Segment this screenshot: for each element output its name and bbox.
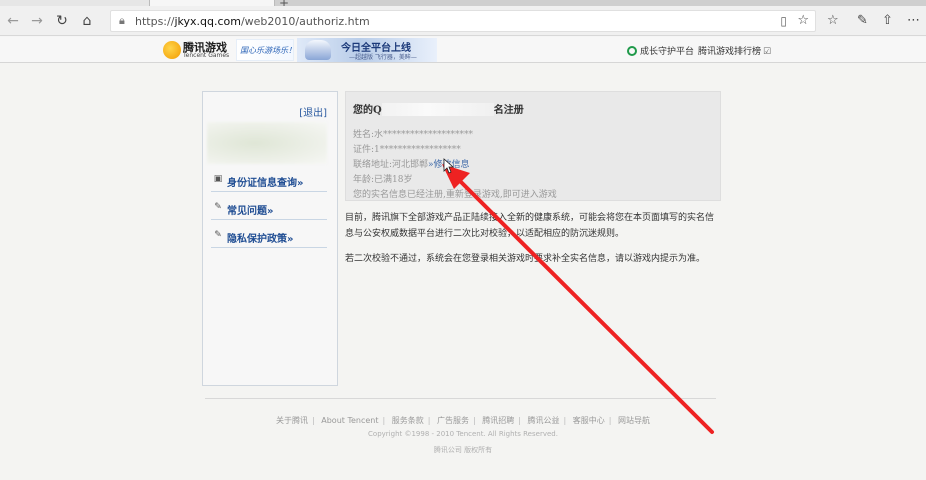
home-icon[interactable]: ⌂ <box>78 12 96 30</box>
footer-link[interactable]: 关于腾讯 <box>276 416 308 425</box>
main-content: 您的Q 名注册 姓名:水******************** 证件:1****… <box>345 91 721 386</box>
footer-link[interactable]: 腾讯招聘 <box>482 416 514 425</box>
name-line: 姓名:水******************** <box>353 130 474 140</box>
reading-view-icon[interactable]: ▯ <box>780 14 787 28</box>
share-icon[interactable]: ⇧ <box>882 13 893 28</box>
address-bar[interactable]: 🔒︎ https://jkyx.qq.com/web2010/authoriz.… <box>110 10 816 32</box>
blurred-avatar <box>207 122 327 164</box>
id-card-icon: ▣ <box>213 174 223 184</box>
forward-arrow-icon[interactable]: → <box>28 12 46 30</box>
footer-link[interactable]: 服务条款 <box>392 416 424 425</box>
pen-icon[interactable]: ✎ <box>857 13 868 28</box>
guard-platform-label: 成长守护平台 <box>640 47 695 57</box>
slogan-text: 国心乐游场乐！ <box>240 46 296 55</box>
age-line: 年龄:已满18岁 <box>353 175 413 185</box>
logo-mark-icon <box>163 41 181 59</box>
note-line: 您的实名信息已经注册,重新登录游戏,即可进入游戏 <box>353 190 557 200</box>
footer-link[interactable]: 腾讯公益 <box>528 416 560 425</box>
url-text: https://jkyx.qq.com/web2010/authoriz.htm <box>135 15 370 28</box>
sidebar: [退出] ▣ 身份证信息查询» ✎ 常见问题» ✎ 隐私保护政策» <box>202 91 338 386</box>
checkbox-icon: ☑ <box>763 47 772 57</box>
footer-links: 关于腾讯 | About Tencent | 服务条款 | 广告服务 | 腾讯招聘 | 腾… <box>276 416 650 425</box>
sidebar-item-label: 身份证信息查询» <box>227 178 304 189</box>
footer-divider <box>205 398 716 399</box>
rights-text: 腾讯公司 版权所有 <box>433 446 493 454</box>
logout-link[interactable]: [退出] <box>299 104 327 119</box>
sidebar-item-label: 常见问题» <box>227 206 274 217</box>
slogan-banner[interactable]: 国心乐游场乐！ <box>236 39 296 61</box>
refresh-icon[interactable]: ↻ <box>53 12 71 30</box>
lock-icon: 🔒︎ <box>119 14 125 27</box>
masked-account <box>381 103 494 116</box>
pencil-icon: ✎ <box>214 230 222 240</box>
footer-link[interactable]: 广告服务 <box>437 416 469 425</box>
footer-link[interactable]: About Tencent <box>321 416 378 425</box>
guard-circle-icon <box>627 46 637 56</box>
more-icon[interactable]: ⋯ <box>907 13 920 28</box>
pencil-icon: ✎ <box>214 202 222 212</box>
sidebar-item-privacy[interactable]: ✎ 隐私保护政策» <box>211 224 327 248</box>
footer-link[interactable]: 网站导航 <box>618 416 650 425</box>
tencent-games-logo[interactable]: 腾讯游戏 Tencent Games <box>163 39 233 61</box>
address-line: 联络地址:河北邯郸»修改信息 <box>353 160 470 170</box>
health-system-paragraph: 目前，腾讯旗下全部游戏产品正陆续接入全新的健康系统，可能会将您在本页面填写的实名… <box>345 213 715 239</box>
logo-subtext: Tencent Games <box>183 52 230 59</box>
character-figure-icon <box>305 40 331 60</box>
id-line: 证件:1****************** <box>353 145 461 155</box>
copyright-text: Copyright ©1998 - 2010 Tencent. All Righ… <box>368 430 558 438</box>
game-ad-banner[interactable]: 今日全平台上线 —超越版 飞行器，美眸— <box>297 38 437 62</box>
game-ranking-label: 腾讯游戏排行榜 <box>698 47 762 57</box>
sidebar-item-id-query[interactable]: ▣ 身份证信息查询» <box>211 168 327 192</box>
favorites-list-icon[interactable]: ☆ <box>827 13 839 28</box>
info-title: 您的Q 名注册 <box>353 103 524 116</box>
registration-info-box: 您的Q 名注册 姓名:水******************** 证件:1****… <box>345 91 721 201</box>
sidebar-item-faq[interactable]: ✎ 常见问题» <box>211 196 327 220</box>
modify-info-link[interactable]: »修改信息 <box>428 160 470 170</box>
ad-subtitle: —超越版 飞行器，美眸— <box>349 54 417 61</box>
verification-paragraph: 若二次校验不通过，系统会在您登录相关游戏时要求补全实名信息，请以游戏内提示为准。 <box>345 254 706 264</box>
browser-toolbar: ← → ↻ ⌂ 🔒︎ https://jkyx.qq.com/web2010/a… <box>0 6 926 36</box>
back-arrow-icon[interactable]: ← <box>4 12 22 30</box>
footer-link[interactable]: 客服中心 <box>573 416 605 425</box>
web-page: 腾讯游戏 Tencent Games 国心乐游场乐！ 今日全平台上线 —超越版 … <box>0 37 926 480</box>
sidebar-item-label: 隐私保护政策» <box>227 234 294 245</box>
game-ranking-link[interactable]: 腾讯游戏排行榜 ☑ <box>698 44 771 57</box>
site-header: 腾讯游戏 Tencent Games 国心乐游场乐！ 今日全平台上线 —超越版 … <box>0 37 926 63</box>
guard-platform-link[interactable]: 成长守护平台 <box>627 44 694 57</box>
favorite-star-icon[interactable]: ☆ <box>797 13 809 28</box>
